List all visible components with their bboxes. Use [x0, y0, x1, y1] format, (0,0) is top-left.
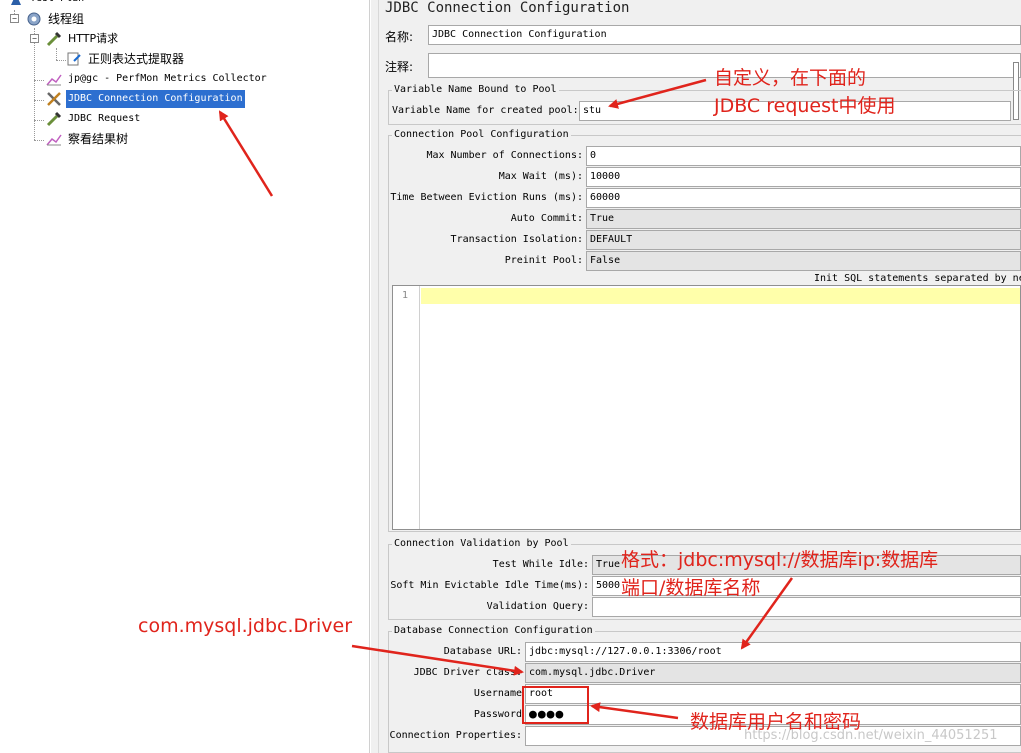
annotation-variable-note: 自定义，在下面的 — [714, 67, 867, 89]
preinit-pool-select[interactable]: False — [586, 251, 1021, 271]
name-label: 名称: — [385, 30, 414, 44]
eviction-runs-input[interactable]: 60000 — [586, 188, 1021, 208]
panel-title: JDBC Connection Configuration — [385, 0, 630, 16]
jdbc-driver-select[interactable]: com.mysql.jdbc.Driver — [525, 663, 1021, 683]
credentials-highlight-box — [522, 686, 589, 724]
preinit-pool-label: Preinit Pool: — [504, 255, 583, 266]
transaction-isolation-select[interactable]: DEFAULT — [586, 230, 1021, 250]
tree-item-label: 正则表达式提取器 — [88, 52, 185, 66]
max-connections-input[interactable]: 0 — [586, 146, 1021, 166]
auto-commit-label: Auto Commit: — [510, 213, 583, 224]
line-gutter: 1 — [393, 286, 420, 529]
tree-item-label: 察看结果树 — [68, 132, 129, 146]
tree-item-label: jp@gc - PerfMon Metrics Collector — [68, 73, 267, 84]
tree-connector — [56, 60, 66, 61]
line-number: 1 — [402, 290, 409, 301]
database-url-input[interactable]: jdbc:mysql://127.0.0.1:3306/root — [525, 642, 1021, 662]
tree-item-label: JDBC Connection Configuration — [66, 90, 245, 108]
max-wait-input[interactable]: 10000 — [586, 167, 1021, 187]
wrench-icon — [47, 92, 61, 106]
collapse-toggle[interactable]: − — [30, 34, 39, 43]
name-field[interactable]: JDBC Connection Configuration — [428, 25, 1021, 45]
panel-splitter[interactable] — [371, 0, 379, 753]
extractor-icon — [67, 52, 81, 66]
current-line-highlight — [421, 288, 1020, 304]
gear-icon — [27, 12, 41, 26]
graph-icon — [46, 74, 62, 86]
tree-connector — [34, 140, 44, 141]
variable-name-label: Variable Name for created pool: — [392, 105, 579, 116]
group-title: Connection Pool Configuration — [392, 129, 571, 140]
connection-properties-label: Connection Properties: — [389, 730, 522, 741]
test-plan-tree: − − Test Plan 线程组 HTTP请求 正则表达式提取器 jp@gc … — [0, 0, 370, 753]
jdbc-driver-label: JDBC Driver class: — [413, 667, 522, 678]
annotation-variable-note-line2: JDBC request中使用 — [714, 95, 896, 117]
password-label: Password — [473, 709, 522, 720]
group-title: Database Connection Configuration — [392, 625, 595, 636]
annotation-url-format: 格式：jdbc:mysql://数据库ip:数据库 — [621, 549, 939, 571]
pipette-icon — [46, 31, 62, 47]
tree-connector — [56, 48, 57, 60]
graph-icon — [46, 134, 62, 146]
comment-label: 注释: — [385, 60, 414, 74]
max-wait-label: Max Wait (ms): — [498, 171, 583, 182]
tree-item-label: 线程组 — [48, 12, 85, 26]
init-sql-label: Init SQL statements separated by ne — [814, 273, 1021, 284]
tree-connector — [34, 80, 44, 81]
test-while-idle-label: Test While Idle: — [492, 559, 589, 570]
validation-query-input[interactable] — [592, 597, 1021, 617]
database-url-label: Database URL: — [443, 646, 522, 657]
init-sql-editor[interactable]: 1 — [392, 285, 1021, 530]
transaction-isolation-label: Transaction Isolation: — [450, 234, 583, 245]
username-label: Username — [473, 688, 522, 699]
annotation-driver-class: com.mysql.jdbc.Driver — [138, 615, 353, 637]
group-title: Variable Name Bound to Pool — [392, 84, 559, 95]
auto-commit-select[interactable]: True — [586, 209, 1021, 229]
tree-connector — [34, 100, 44, 101]
tree-connector — [34, 28, 35, 140]
tree-item-label: JDBC Request — [68, 113, 141, 124]
collapse-toggle[interactable]: − — [10, 14, 19, 23]
eviction-runs-label: Time Between Eviction Runs (ms): — [390, 192, 583, 203]
group-title: Connection Validation by Pool — [392, 538, 571, 549]
pipette-icon — [46, 111, 62, 127]
username-input[interactable]: root — [525, 684, 1021, 704]
watermark: https://blog.csdn.net/weixin_44051251 — [744, 728, 998, 743]
tree-connector — [34, 120, 44, 121]
tree-item-label: HTTP请求 — [68, 32, 119, 45]
tree-item-label: Test Plan — [28, 0, 86, 8]
annotation-url-format-line2: 端口/数据库名称 — [621, 577, 761, 599]
validation-query-label: Validation Query: — [486, 601, 589, 612]
soft-min-idle-label: Soft Min Evictable Idle Time(ms): — [390, 580, 589, 591]
test-plan-icon — [11, 0, 21, 5]
max-connections-label: Max Number of Connections: — [426, 150, 583, 161]
